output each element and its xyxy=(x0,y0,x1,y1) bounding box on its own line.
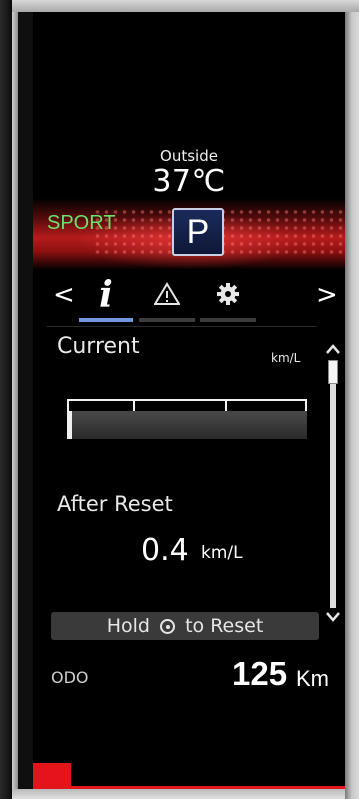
after-reset-label: After Reset xyxy=(57,492,173,516)
after-reset-unit: km/L xyxy=(201,543,243,563)
prev-page-arrow[interactable]: < xyxy=(53,280,75,310)
scroll-up-icon[interactable] xyxy=(325,340,341,359)
gear-icon xyxy=(200,274,256,310)
tab-info[interactable]: i xyxy=(79,274,133,322)
tab-settings-underline xyxy=(200,318,256,322)
bar-fill xyxy=(67,411,72,439)
current-unit: km/L xyxy=(271,351,301,365)
scroll-down-icon[interactable] xyxy=(325,608,341,627)
bezel-bottom xyxy=(12,789,345,799)
current-label: Current xyxy=(57,334,140,359)
info-icon: i xyxy=(99,274,113,316)
outside-label: Outside xyxy=(160,147,218,165)
odo-label: ODO xyxy=(51,668,89,687)
bezel-left-highlight xyxy=(12,12,18,799)
gear-indicator: P xyxy=(172,208,224,256)
after-reset-value: 0.4 xyxy=(141,533,189,568)
drive-mode-indicator: SPORT xyxy=(47,212,116,234)
warning-triangle-icon xyxy=(139,274,195,310)
current-economy-bar xyxy=(67,399,307,439)
tab-warning[interactable] xyxy=(139,274,195,322)
bar-track xyxy=(67,411,307,439)
odo-value: 125 xyxy=(232,655,288,692)
tab-info-underline xyxy=(79,318,133,322)
red-indicator-line xyxy=(71,786,345,789)
bezel-top xyxy=(0,0,359,12)
next-page-arrow[interactable]: > xyxy=(316,280,338,310)
scroll-track[interactable] xyxy=(330,362,336,608)
divider xyxy=(47,326,317,327)
bezel-right xyxy=(345,12,359,799)
red-indicator-block xyxy=(33,763,71,789)
reset-suffix: to Reset xyxy=(185,615,264,637)
tab-warning-underline xyxy=(139,318,195,322)
ok-button-icon xyxy=(160,619,176,634)
reset-prefix: Hold xyxy=(106,615,150,637)
scroll-thumb[interactable] xyxy=(328,360,338,384)
bezel-left xyxy=(0,0,12,799)
tab-settings[interactable] xyxy=(200,274,256,322)
hold-to-reset-bar[interactable]: Hold to Reset xyxy=(51,612,319,640)
cluster-display: Outside 37℃ SPORT P < i > Current km/L A… xyxy=(33,12,345,789)
odo-unit: Km xyxy=(296,666,329,691)
outside-temperature: 37℃ xyxy=(152,164,226,199)
